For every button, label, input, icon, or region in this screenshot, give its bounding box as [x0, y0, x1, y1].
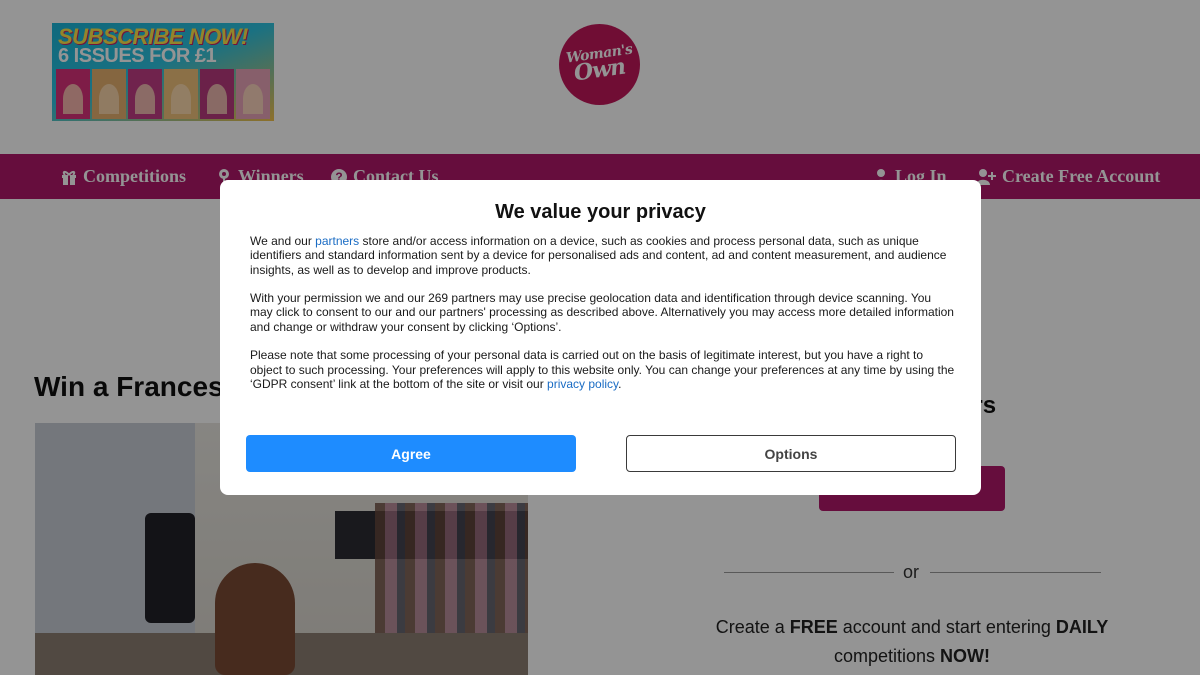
privacy-policy-link[interactable]: privacy policy [547, 377, 618, 391]
consent-title: We value your privacy [495, 201, 706, 223]
agree-button[interactable]: Agree [246, 435, 576, 472]
consent-paragraph-2: With your permission we and our 269 part… [250, 291, 954, 334]
consent-body: We and our partners store and/or access … [250, 234, 955, 406]
consent-dialog: We value your privacy We and our partner… [220, 180, 981, 495]
consent-paragraph-1: We and our partners store and/or access … [250, 234, 955, 277]
partners-link[interactable]: partners [315, 234, 359, 248]
options-button[interactable]: Options [626, 435, 956, 472]
consent-paragraph-3: Please note that some processing of your… [250, 348, 955, 391]
consent-text: . [618, 376, 622, 391]
consent-text: We and our [250, 234, 316, 248]
